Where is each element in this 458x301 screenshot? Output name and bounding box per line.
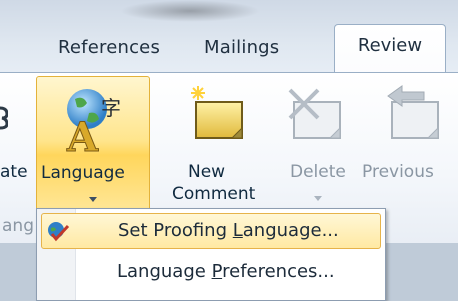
svg-text:字: 字 xyxy=(101,96,121,120)
language-dropdown-arrow-icon xyxy=(89,197,97,202)
tab-references[interactable]: References xyxy=(58,30,160,72)
partial-button-label: ate xyxy=(0,162,28,182)
new-comment-icon xyxy=(188,84,250,146)
tab-review[interactable]: Review xyxy=(334,24,446,76)
ribbon-tab-strip: References Mailings Review xyxy=(0,0,458,76)
previous-comment-button[interactable]: Previous xyxy=(362,76,458,220)
partial-button-left[interactable]: ate xyxy=(0,76,34,220)
group-label-partial: ang xyxy=(2,216,34,236)
delete-dropdown-arrow-icon xyxy=(314,196,322,201)
menu-item-set-proofing-language-label: Set Proofing Language... xyxy=(118,220,339,241)
menu-item-language-preferences-label: Language Preferences... xyxy=(117,261,335,282)
language-button-label: Language xyxy=(41,163,125,183)
svg-text:A: A xyxy=(66,114,99,157)
new-comment-label-line2: Comment xyxy=(172,184,256,204)
new-comment-button[interactable]: New Comment xyxy=(168,76,268,220)
tab-strip-shadow xyxy=(120,0,260,22)
menu-item-set-proofing-language[interactable]: Set Proofing Language... xyxy=(41,213,381,249)
new-comment-label-line1: New xyxy=(188,162,226,182)
proofing-check-icon xyxy=(46,220,70,244)
language-dropdown-menu: Set Proofing Language... Language Prefer… xyxy=(36,208,386,301)
partial-icon xyxy=(0,106,9,130)
tab-mailings[interactable]: Mailings xyxy=(204,30,279,72)
language-globe-icon: 字 A xyxy=(57,85,127,162)
previous-comment-label: Previous xyxy=(362,162,434,182)
language-button[interactable]: 字 A Language xyxy=(36,76,150,220)
delete-comment-icon xyxy=(286,84,348,146)
delete-comment-button[interactable]: Delete xyxy=(278,76,360,220)
menu-item-language-preferences[interactable]: Language Preferences... xyxy=(41,255,381,291)
delete-comment-label: Delete xyxy=(290,162,346,182)
previous-comment-icon xyxy=(384,84,446,146)
